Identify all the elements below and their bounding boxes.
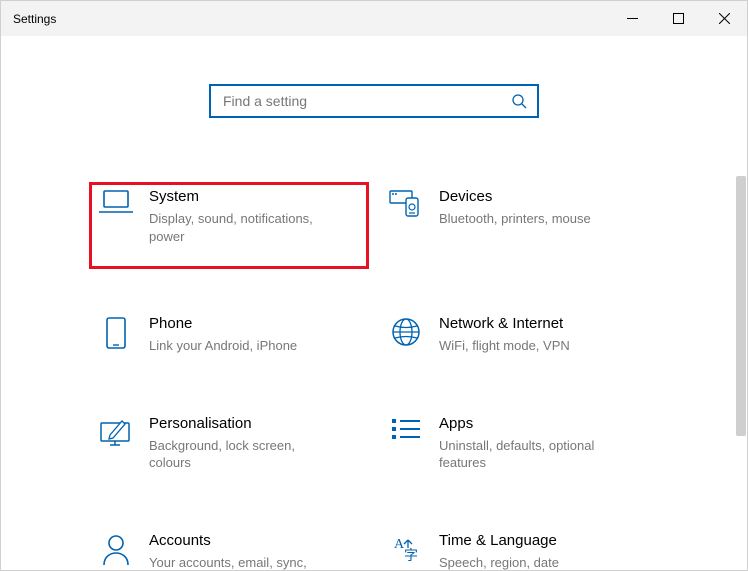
category-title: Apps bbox=[439, 415, 629, 433]
language-icon: A字 bbox=[387, 532, 425, 564]
maximize-button[interactable] bbox=[655, 1, 701, 36]
minimize-icon bbox=[627, 13, 638, 24]
laptop-icon bbox=[97, 188, 135, 214]
search-container bbox=[1, 84, 747, 118]
content-area: System Display, sound, notifications, po… bbox=[1, 36, 747, 570]
phone-icon bbox=[97, 315, 135, 349]
settings-window: Settings bbox=[0, 0, 748, 571]
category-title: Personalisation bbox=[149, 415, 339, 433]
search-input[interactable] bbox=[221, 92, 511, 110]
minimize-button[interactable] bbox=[609, 1, 655, 36]
category-title: Accounts bbox=[149, 532, 339, 550]
category-desc: Display, sound, notifications, power bbox=[149, 210, 339, 245]
globe-icon bbox=[387, 315, 425, 347]
category-devices[interactable]: Devices Bluetooth, printers, mouse bbox=[379, 182, 659, 269]
category-apps[interactable]: Apps Uninstall, defaults, optional featu… bbox=[379, 409, 659, 486]
category-title: System bbox=[149, 188, 339, 206]
category-desc: Bluetooth, printers, mouse bbox=[439, 210, 591, 228]
maximize-icon bbox=[673, 13, 684, 24]
category-title: Network & Internet bbox=[439, 315, 570, 333]
search-box[interactable] bbox=[209, 84, 539, 118]
category-network[interactable]: Network & Internet WiFi, flight mode, VP… bbox=[379, 309, 659, 369]
category-desc: Uninstall, defaults, optional features bbox=[439, 437, 629, 472]
svg-text:字: 字 bbox=[404, 548, 418, 564]
category-personalisation[interactable]: Personalisation Background, lock screen,… bbox=[89, 409, 369, 486]
category-desc: Your accounts, email, sync, work, family bbox=[149, 554, 339, 571]
category-system[interactable]: System Display, sound, notifications, po… bbox=[89, 182, 369, 269]
categories-grid: System Display, sound, notifications, po… bbox=[1, 182, 747, 571]
list-icon bbox=[387, 415, 425, 441]
close-icon bbox=[719, 13, 730, 24]
titlebar: Settings bbox=[1, 1, 747, 36]
pen-monitor-icon bbox=[97, 415, 135, 447]
window-title: Settings bbox=[13, 12, 56, 26]
category-accounts[interactable]: Accounts Your accounts, email, sync, wor… bbox=[89, 526, 369, 571]
category-title: Time & Language bbox=[439, 532, 559, 550]
category-desc: WiFi, flight mode, VPN bbox=[439, 337, 570, 355]
category-title: Phone bbox=[149, 315, 297, 333]
window-controls bbox=[609, 1, 747, 36]
person-icon bbox=[97, 532, 135, 566]
category-desc: Speech, region, date bbox=[439, 554, 559, 571]
category-title: Devices bbox=[439, 188, 591, 206]
close-button[interactable] bbox=[701, 1, 747, 36]
category-desc: Link your Android, iPhone bbox=[149, 337, 297, 355]
search-icon bbox=[511, 93, 527, 109]
vertical-scrollbar[interactable] bbox=[736, 176, 746, 436]
category-phone[interactable]: Phone Link your Android, iPhone bbox=[89, 309, 369, 369]
devices-icon bbox=[387, 188, 425, 218]
category-time-language[interactable]: A字 Time & Language Speech, region, date bbox=[379, 526, 659, 571]
category-desc: Background, lock screen, colours bbox=[149, 437, 339, 472]
